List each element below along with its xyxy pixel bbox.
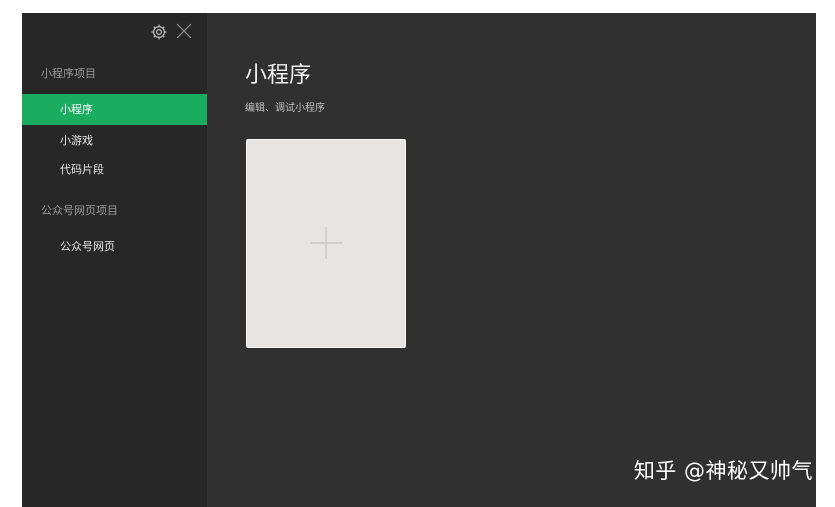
- close-icon[interactable]: [174, 21, 194, 41]
- page-subtitle: 编辑、调试小程序: [245, 103, 325, 114]
- watermark: 知乎 @神秘又帅气: [633, 459, 813, 483]
- sidebar-item-code-snippets[interactable]: 代码片段: [22, 154, 207, 185]
- gear-icon[interactable]: [150, 23, 168, 41]
- page-title: 小程序: [245, 63, 312, 88]
- sidebar-item-official-account-web[interactable]: 公众号网页: [22, 231, 207, 262]
- sidebar-item-miniprogram[interactable]: 小程序: [22, 94, 207, 125]
- section-title-official-account: 公众号网页项目: [41, 204, 118, 217]
- sidebar: 小程序项目 小程序 小游戏 代码片段 公众号网页项目 公众号网页: [22, 13, 207, 507]
- add-project-card[interactable]: [246, 139, 406, 348]
- plus-icon: [310, 227, 342, 259]
- main-panel: 小程序 编辑、调试小程序: [207, 13, 816, 507]
- section-title-miniprogram: 小程序项目: [41, 67, 96, 80]
- app-window: 小程序项目 小程序 小游戏 代码片段 公众号网页项目 公众号网页 小程序 编辑、…: [22, 13, 816, 507]
- sidebar-item-minigame[interactable]: 小游戏: [22, 125, 207, 156]
